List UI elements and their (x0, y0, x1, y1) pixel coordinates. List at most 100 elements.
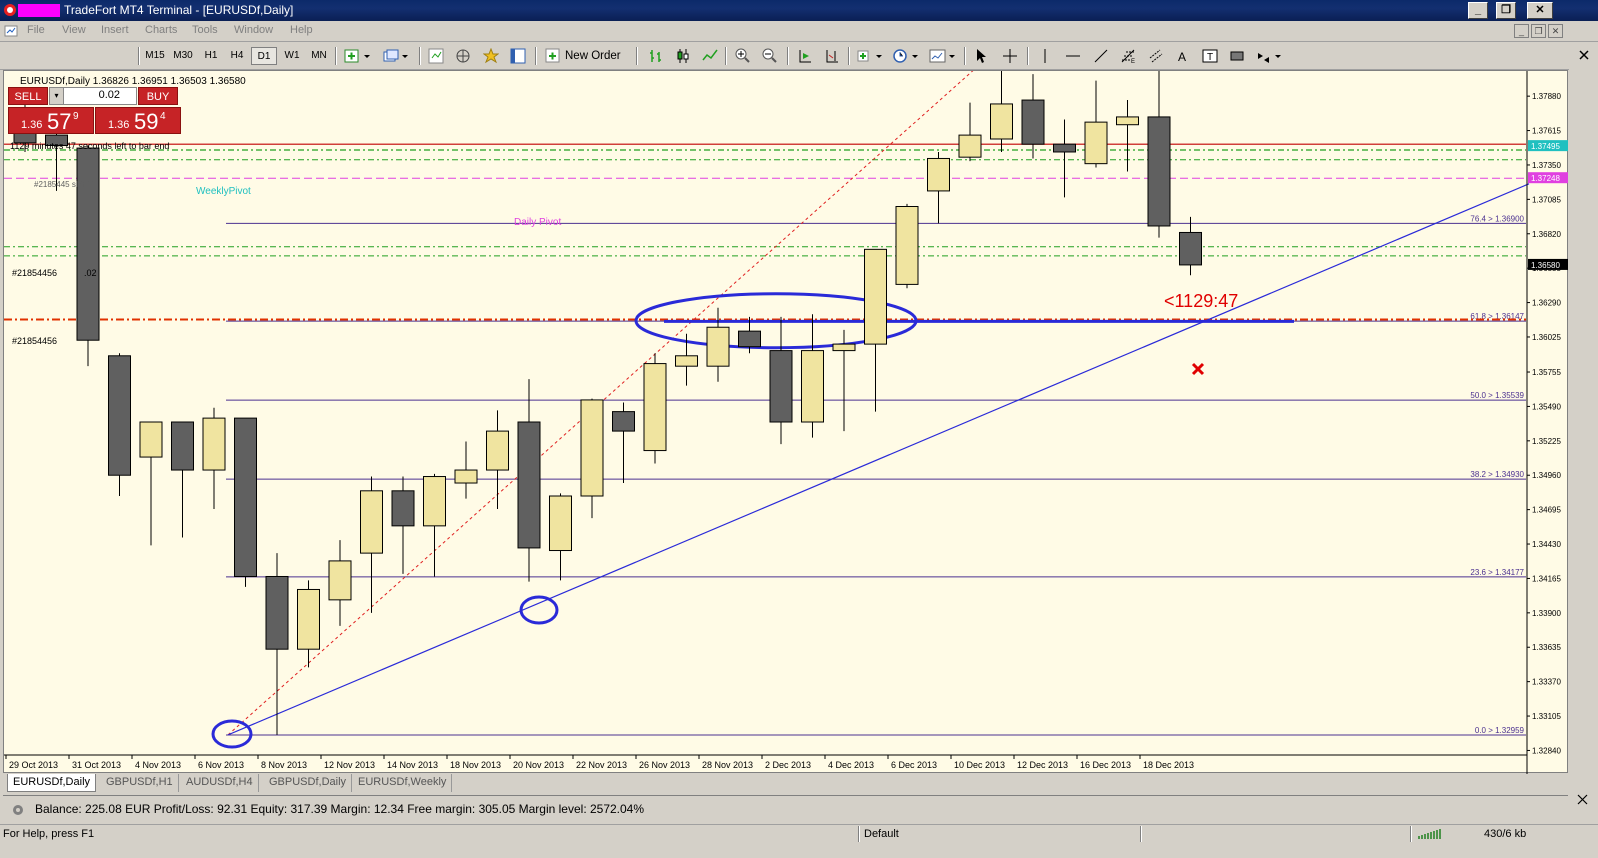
mdi-minimize-button[interactable]: _ (1514, 24, 1529, 38)
date-tick-label: 20 Nov 2013 (513, 760, 564, 770)
candle-body (580, 399, 604, 497)
horizontal-line-button[interactable] (1062, 47, 1084, 65)
account-balance: Balance: 225.08 EUR Profit/Loss: 92.31 E… (35, 802, 645, 816)
menu-window[interactable]: Window (234, 24, 273, 36)
navigator-button[interactable] (452, 47, 474, 65)
crosshair-button[interactable] (999, 47, 1021, 65)
candlestick-icon (677, 49, 689, 63)
menu-insert[interactable]: Insert (101, 24, 129, 36)
close-button[interactable]: ✕ (1527, 2, 1553, 19)
templates-icon (929, 49, 955, 63)
timeframe-m30[interactable]: M30 (170, 47, 196, 65)
periods-button[interactable] (891, 47, 923, 65)
zoom-out-button[interactable] (759, 47, 781, 65)
buy-price-main: 59 (134, 109, 159, 134)
buy-price-button[interactable]: 1.36 59 4 (95, 107, 181, 134)
tab-gbpusdf-h1[interactable]: GBPUSDf,H1 (101, 774, 179, 792)
market-watch-button[interactable] (425, 47, 447, 65)
fib-level-label: 0.0 > 1.32959 (1475, 726, 1525, 735)
tab-audusdf-h4[interactable]: AUDUSDf,H4 (181, 774, 259, 792)
maximize-button[interactable]: ❐ (1496, 2, 1516, 19)
candle-body (769, 350, 793, 423)
daily-pivot-label: Daily Pivot (514, 217, 561, 228)
timeframe-m15[interactable]: M15 (142, 47, 168, 65)
menu-charts[interactable]: Charts (145, 24, 177, 36)
templates-button[interactable] (928, 47, 960, 65)
buy-button[interactable]: BUY (138, 87, 178, 105)
data-window-button[interactable] (507, 47, 529, 65)
zoom-in-icon (735, 48, 750, 63)
favorites-button[interactable] (480, 47, 502, 65)
sell-button[interactable]: SELL (8, 87, 48, 105)
price-marker-label: 1.37495 (1531, 142, 1560, 151)
candle-body (801, 350, 824, 423)
bar-chart-button[interactable] (645, 47, 667, 65)
new-order-button[interactable]: New Order (543, 46, 621, 66)
close-icon[interactable] (1577, 48, 1591, 62)
sell-price-point: 9 (73, 111, 79, 122)
autoscroll-button[interactable] (794, 47, 816, 65)
tab-eurusdf-weekly[interactable]: EURUSDf,Weekly (353, 774, 453, 792)
candle-body (454, 469, 478, 484)
menu-file[interactable]: File (27, 24, 45, 36)
swing-low-circle (211, 719, 253, 749)
indicators-button[interactable] (855, 47, 887, 65)
arrows-button[interactable] (1254, 47, 1286, 65)
cursor-button[interactable] (970, 47, 992, 65)
chart-shift-button[interactable] (821, 47, 843, 65)
mdi-close-button[interactable]: ✕ (1548, 24, 1563, 38)
new-chart-button[interactable] (343, 47, 375, 65)
terminal-close-icon[interactable] (1575, 792, 1591, 808)
menu-help[interactable]: Help (290, 24, 313, 36)
status-bar: For Help, press F1 Default 430/6 kb (0, 824, 1598, 842)
price-chart[interactable]: 100.0 > 1.3811876.4 > 1.3690061.8 > 1.36… (4, 71, 1569, 774)
line-chart-button[interactable] (699, 47, 721, 65)
svg-text:T: T (1207, 52, 1213, 63)
rectangle-button[interactable] (1226, 47, 1248, 65)
date-tick-label: 6 Dec 2013 (891, 760, 937, 770)
chart-shift-icon (826, 50, 838, 63)
menu-view[interactable]: View (62, 24, 86, 36)
favorites-icon (483, 48, 499, 64)
sell-price-main: 57 (47, 109, 72, 134)
channel-button[interactable] (1145, 47, 1167, 65)
tab-gbpusdf-daily[interactable]: GBPUSDf,Daily (264, 774, 353, 792)
date-tick-label: 26 Nov 2013 (639, 760, 690, 770)
timeframe-w1[interactable]: W1 (279, 47, 305, 65)
sell-price-button[interactable]: 1.36 57 9 (8, 107, 94, 134)
fib-level-label: 23.6 > 1.34177 (1470, 568, 1524, 577)
lot-spinner-icon[interactable]: ▾ (50, 88, 64, 104)
candle-body (643, 363, 667, 452)
chart-area[interactable]: 100.0 > 1.3811876.4 > 1.3690061.8 > 1.36… (3, 70, 1569, 774)
vertical-line-button[interactable] (1034, 47, 1056, 65)
minimize-button[interactable]: _ (1468, 2, 1488, 19)
timeframe-d1[interactable]: D1 (251, 47, 277, 65)
date-tick-label: 4 Dec 2013 (828, 760, 874, 770)
tab-eurusdf-daily[interactable]: EURUSDf,Daily (7, 774, 97, 792)
candlestick-button[interactable] (672, 47, 694, 65)
timeframe-h1[interactable]: H1 (198, 47, 224, 65)
order-sl-label: #2185445 sl 0.01 (34, 180, 96, 189)
new-chart-icon (344, 49, 370, 63)
price-axis: 1.381451.378801.376151.373501.370851.368… (1526, 71, 1568, 774)
fibonacci-button[interactable]: E (1117, 47, 1139, 65)
timeframe-h4[interactable]: H4 (224, 47, 250, 65)
buy-price-point: 4 (160, 111, 166, 122)
navigator-icon (456, 49, 470, 63)
text-label-button[interactable]: T (1199, 47, 1221, 65)
mdi-restore-button[interactable]: ❐ (1531, 24, 1546, 38)
candle-body (76, 147, 100, 341)
date-tick-label: 10 Dec 2013 (954, 760, 1005, 770)
lot-size-input[interactable]: ▾ 0.02 (49, 87, 137, 105)
fib-level-label: 38.2 > 1.34930 (1470, 470, 1524, 479)
timeframe-mn[interactable]: MN (306, 47, 332, 65)
trendline-button[interactable] (1090, 47, 1112, 65)
connection-bars-icon (1418, 829, 1441, 839)
zoom-in-button[interactable] (732, 47, 754, 65)
text-button[interactable]: A (1172, 47, 1194, 65)
window-title: TradeFort MT4 Terminal - [EURUSDf,Daily] (64, 3, 294, 17)
profiles-button[interactable] (381, 47, 413, 65)
menu-tools[interactable]: Tools (192, 24, 218, 36)
toolbar-separator (964, 47, 966, 65)
order-lot-label: .02 (84, 268, 97, 278)
